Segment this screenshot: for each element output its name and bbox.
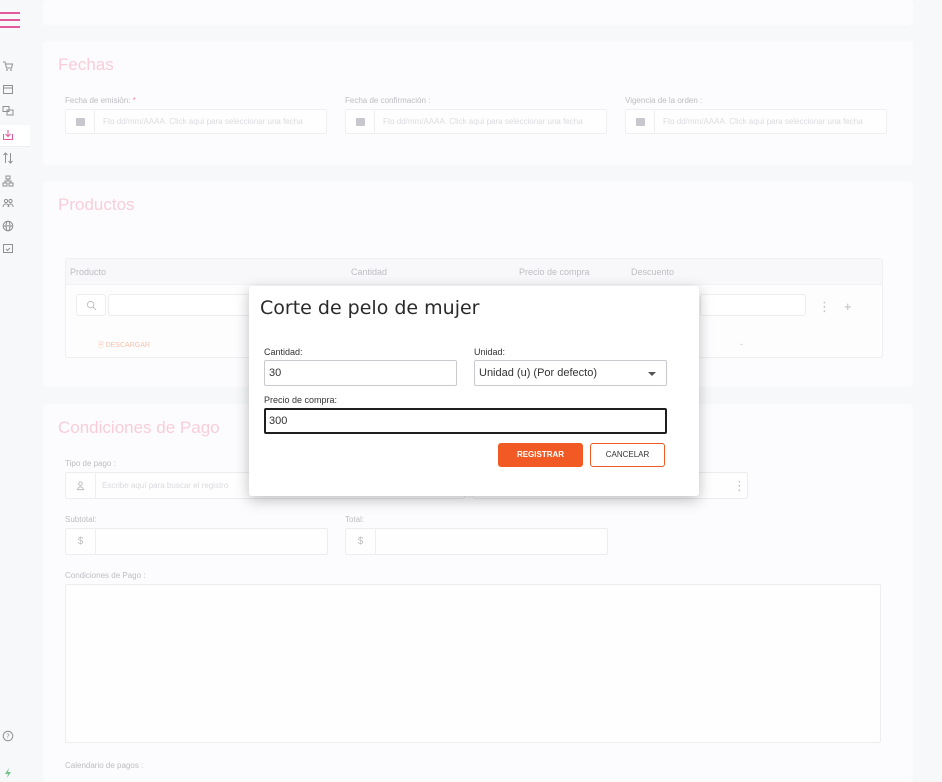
product-modal: Corte de pelo de mujer Cantidad: 30 Unid… xyxy=(249,286,699,496)
precio-label: Precio de compra: xyxy=(264,395,338,405)
cantidad-label: Cantidad: xyxy=(264,347,303,357)
register-button[interactable]: REGISTRAR xyxy=(498,443,583,467)
unidad-label: Unidad: xyxy=(474,347,506,357)
cancel-button[interactable]: CANCELAR xyxy=(590,443,665,467)
chevron-down-icon xyxy=(648,372,656,376)
modal-title: Corte de pelo de mujer xyxy=(260,297,480,319)
unidad-select[interactable]: Unidad (u) (Por defecto) xyxy=(474,360,667,386)
cantidad-input[interactable]: 30 xyxy=(264,360,457,386)
unidad-selected-value: Unidad (u) (Por defecto) xyxy=(479,367,597,379)
precio-input[interactable]: 300 xyxy=(264,408,667,434)
